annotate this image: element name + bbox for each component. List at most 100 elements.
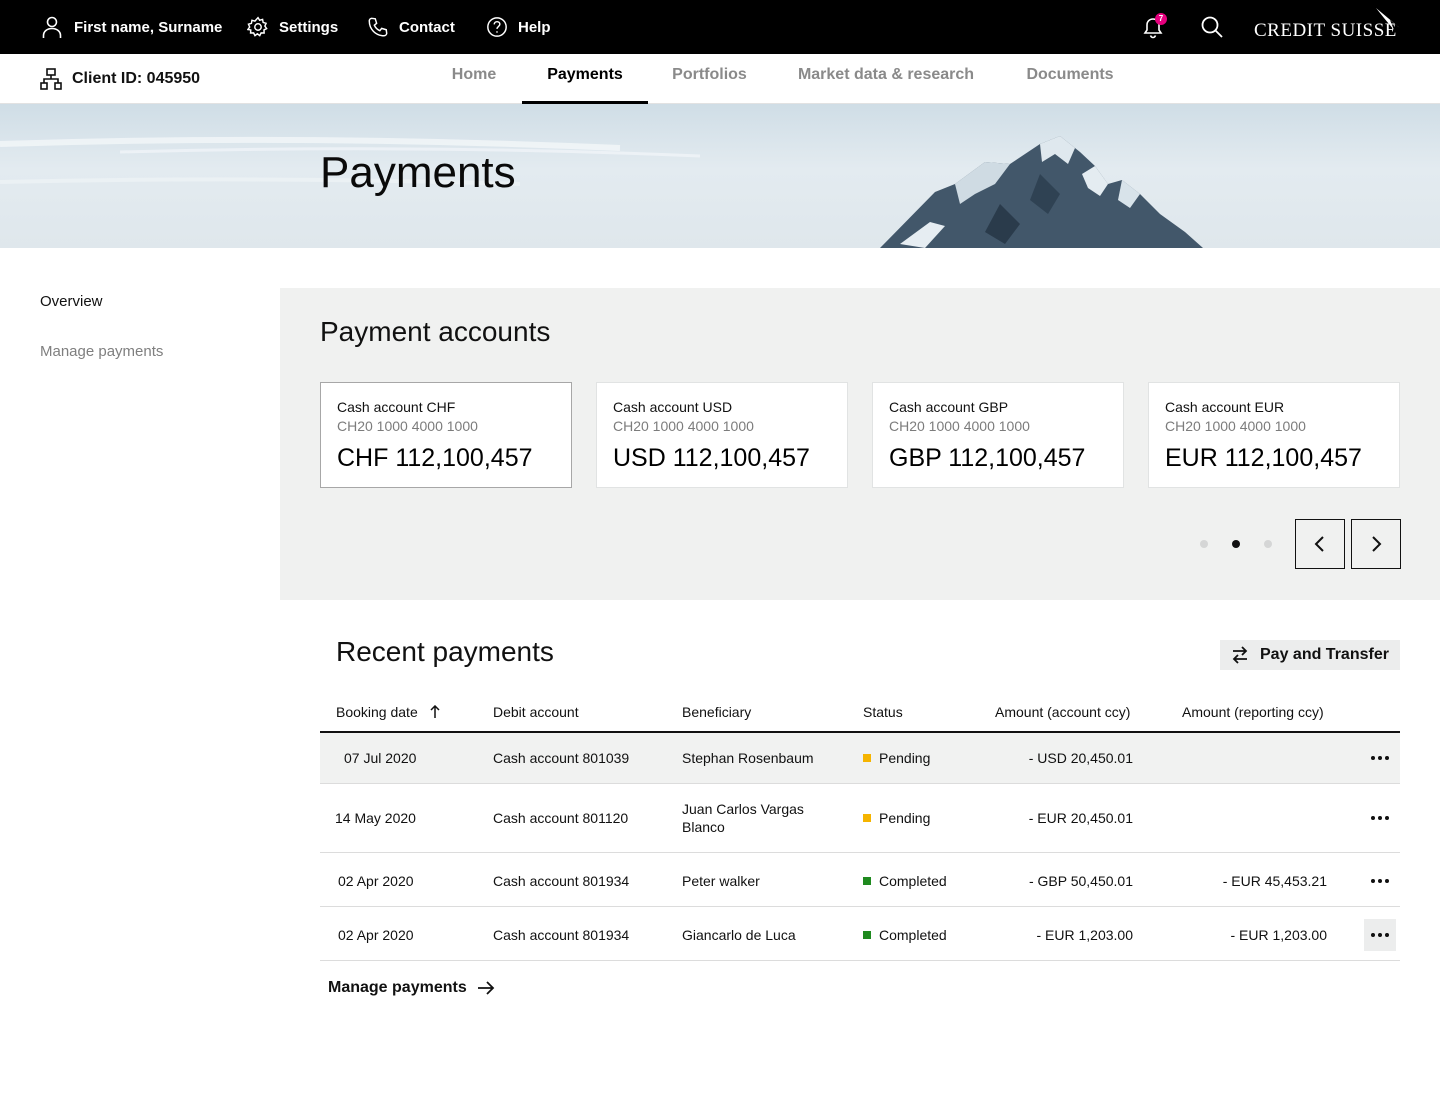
client-id-label: Client ID: 045950 [72, 70, 201, 87]
phone-icon [368, 17, 388, 37]
status-completed-indicator [863, 877, 871, 885]
cell-debit-account: Cash account 801120 [493, 810, 629, 826]
cell-amount-account-ccy: - GBP 50,450.01 [1028, 873, 1133, 889]
user-menu[interactable]: First name, Surname [40, 0, 222, 54]
row-more-options-button[interactable] [1364, 919, 1396, 951]
account-balance: GBP 112,100,457 [889, 444, 1086, 472]
gear-icon [247, 16, 268, 37]
cell-beneficiary: Giancarlo de Luca [682, 927, 796, 943]
hierarchy-icon [40, 68, 62, 90]
tab-market-data-research[interactable]: Market data & research [795, 54, 977, 104]
carousel-dot-3[interactable] [1264, 540, 1272, 548]
cell-amount-account-ccy: - EUR 1,203.00 [1036, 927, 1134, 943]
more-dots-icon [1371, 879, 1375, 883]
account-card-gbp[interactable]: Cash account GBP CH20 1000 4000 1000 GBP… [872, 382, 1124, 488]
transfer-arrows-icon [1232, 646, 1248, 664]
search-icon[interactable] [1200, 15, 1224, 39]
cell-amount-account-ccy: - USD 20,450.01 [1028, 750, 1133, 766]
cell-booking-date: 07 Jul 2020 [344, 750, 417, 766]
cell-amount-reporting-ccy: - EUR 45,453.21 [1222, 873, 1327, 889]
more-dots-icon [1371, 756, 1375, 760]
account-iban: CH20 1000 4000 1000 [889, 418, 1030, 434]
notification-badge: 7 [1155, 13, 1167, 25]
table-row[interactable]: 02 Apr 2020 Cash account 801934 Giancarl… [320, 907, 1400, 961]
carousel-prev-button[interactable] [1295, 519, 1345, 569]
status-pending-indicator [863, 754, 871, 762]
status-label: Pending [879, 810, 931, 826]
settings-label: Settings [279, 18, 339, 36]
contact-link[interactable]: Contact [367, 0, 455, 54]
sail-logo-icon [1376, 8, 1400, 30]
tab-documents[interactable]: Documents [1025, 54, 1115, 104]
status-completed-indicator [863, 931, 871, 939]
column-header-debit-account[interactable]: Debit account [493, 704, 579, 720]
row-more-options-button[interactable] [1364, 865, 1396, 897]
account-iban: CH20 1000 4000 1000 [1165, 418, 1306, 434]
column-header-beneficiary[interactable]: Beneficiary [682, 704, 751, 720]
account-card-usd[interactable]: Cash account USD CH20 1000 4000 1000 USD… [596, 382, 848, 488]
client-id[interactable]: Client ID: 045950 [40, 54, 200, 104]
page-title: Payments [320, 148, 516, 197]
column-header-label: Booking date [336, 704, 418, 720]
more-dots-icon [1385, 879, 1389, 883]
cell-debit-account: Cash account 801934 [493, 873, 630, 889]
more-dots-icon [1378, 816, 1382, 820]
more-dots-icon [1378, 933, 1382, 937]
user-icon [42, 16, 62, 38]
hero-banner: Payments [0, 104, 1440, 248]
help-icon [487, 17, 507, 37]
account-card-eur[interactable]: Cash account EUR CH20 1000 4000 1000 EUR… [1148, 382, 1400, 488]
carousel-dot-2[interactable] [1232, 540, 1240, 548]
settings-link[interactable]: Settings [247, 0, 338, 54]
help-label: Help [518, 18, 551, 36]
column-header-status[interactable]: Status [863, 704, 903, 720]
more-dots-icon [1378, 879, 1382, 883]
cell-debit-account: Cash account 801039 [493, 750, 630, 766]
payment-accounts-title: Payment accounts [320, 316, 551, 347]
table-row[interactable]: 14 May 2020 Cash account 801120 Juan Car… [320, 784, 1400, 853]
more-dots-icon [1385, 816, 1389, 820]
status-pending-indicator [863, 814, 871, 822]
column-header-booking-date[interactable]: Booking date [336, 704, 440, 720]
column-header-amount-reporting-ccy[interactable]: Amount (reporting ccy) [1182, 704, 1324, 720]
account-balance: USD 112,100,457 [613, 444, 810, 472]
account-name: Cash account EUR [1165, 399, 1285, 415]
account-iban: CH20 1000 4000 1000 [337, 418, 478, 434]
cell-debit-account: Cash account 801934 [493, 927, 630, 943]
account-card-chf[interactable]: Cash account CHF CH20 1000 4000 1000 CHF… [320, 382, 572, 488]
column-header-amount-account-ccy[interactable]: Amount (account ccy) [995, 704, 1130, 720]
table-row[interactable]: 07 Jul 2020 Cash account 801039 Stephan … [320, 733, 1400, 784]
pay-and-transfer-button[interactable]: Pay and Transfer [1220, 640, 1400, 670]
chevron-right-icon [1372, 536, 1382, 552]
carousel-next-button[interactable] [1351, 519, 1401, 569]
account-balance: EUR 112,100,457 [1165, 444, 1362, 472]
sidenav-item-overview[interactable]: Overview [40, 293, 103, 310]
top-bar: First name, Surname Settings Contact Hel… [0, 0, 1440, 54]
cell-beneficiary: Peter walker [682, 873, 760, 889]
recent-payments-title: Recent payments [336, 636, 554, 667]
cell-amount-account-ccy: - EUR 20,450.01 [1028, 810, 1133, 826]
chevron-left-icon [1314, 536, 1324, 552]
tab-portfolios[interactable]: Portfolios [671, 54, 748, 104]
tab-payments[interactable]: Payments [522, 54, 648, 104]
cell-beneficiary: Stephan Rosenbaum [682, 750, 814, 766]
carousel-dot-1[interactable] [1200, 540, 1208, 548]
credit-suisse-logo[interactable]: CREDIT SUISSE [1254, 8, 1404, 48]
cell-booking-date: 02 Apr 2020 [338, 873, 414, 889]
manage-payments-link[interactable]: Manage payments [328, 979, 495, 997]
account-name: Cash account GBP [889, 399, 1009, 415]
sidenav-item-manage-payments[interactable]: Manage payments [40, 343, 163, 360]
tab-home[interactable]: Home [450, 54, 498, 104]
user-name-label: First name, Surname [74, 18, 223, 36]
mountain-illustration [0, 136, 1203, 248]
row-more-options-button[interactable] [1364, 742, 1396, 774]
main-navigation-bar: Client ID: 045950 Home Payments Portfoli… [0, 54, 1440, 104]
more-dots-icon [1371, 933, 1375, 937]
row-more-options-button[interactable] [1364, 802, 1396, 834]
help-link[interactable]: Help [486, 0, 551, 54]
table-row[interactable]: 02 Apr 2020 Cash account 801934 Peter wa… [320, 853, 1400, 907]
contact-label: Contact [399, 18, 455, 36]
cell-booking-date: 02 Apr 2020 [338, 927, 414, 943]
account-name: Cash account USD [613, 399, 733, 415]
arrow-right-icon [477, 981, 494, 995]
